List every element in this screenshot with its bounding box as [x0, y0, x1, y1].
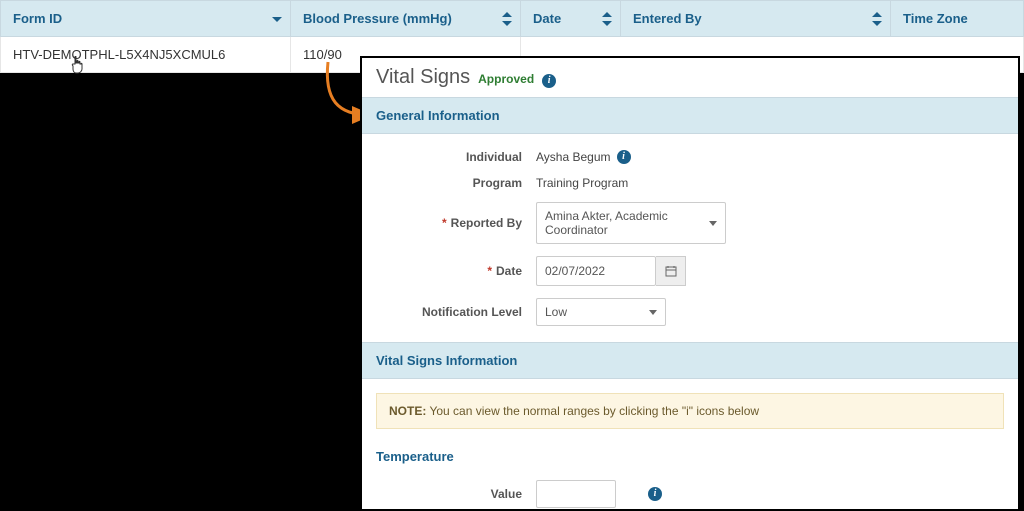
info-icon[interactable]: i [648, 487, 662, 501]
col-tz[interactable]: Time Zone [891, 1, 1024, 37]
status-badge: Approved [478, 72, 534, 86]
col-bp[interactable]: Blood Pressure (mmHg) [291, 1, 521, 37]
sort-icon [872, 12, 882, 26]
label-individual: Individual [376, 150, 536, 164]
note-text: You can view the normal ranges by clicki… [426, 404, 759, 418]
col-entered-by[interactable]: Entered By [621, 1, 891, 37]
calendar-button[interactable] [656, 256, 686, 286]
detail-title: Vital Signs [376, 66, 470, 89]
section-general: General Information [362, 97, 1018, 134]
pointer-cursor-icon [70, 56, 86, 77]
sort-icon [602, 12, 612, 26]
value-program: Training Program [536, 176, 628, 190]
col-entered-by-label: Entered By [633, 11, 702, 26]
col-bp-label: Blood Pressure (mmHg) [303, 11, 452, 26]
label-notification: Notification Level [376, 305, 536, 319]
label-reported-by: Reported By [451, 216, 522, 230]
sort-desc-icon [272, 12, 282, 26]
reported-by-value: Amina Akter, Academic Coordinator [545, 209, 701, 237]
cell-form-id: HTV-DEMOTPHL-L5X4NJ5XCMUL6 [1, 37, 291, 73]
notification-select[interactable]: Low [536, 298, 666, 326]
temperature-value-input[interactable] [536, 480, 616, 508]
note-label: NOTE: [389, 404, 426, 418]
col-tz-label: Time Zone [903, 11, 968, 26]
sort-icon [502, 12, 512, 26]
col-date-label: Date [533, 11, 561, 26]
chevron-down-icon [709, 221, 717, 226]
label-date: Date [496, 264, 522, 278]
col-form-id[interactable]: Form ID [1, 1, 291, 37]
col-date[interactable]: Date [521, 1, 621, 37]
label-program: Program [376, 176, 536, 190]
calendar-icon [665, 265, 677, 277]
note-box: NOTE: You can view the normal ranges by … [376, 393, 1004, 429]
chevron-down-icon [649, 310, 657, 315]
section-vitals: Vital Signs Information [362, 342, 1018, 379]
date-input[interactable]: 02/07/2022 [536, 256, 656, 286]
value-individual: Aysha Begum [536, 150, 611, 164]
subsection-temperature: Temperature [362, 443, 1018, 470]
info-icon[interactable]: i [617, 150, 631, 164]
notification-value: Low [545, 305, 567, 319]
col-form-id-label: Form ID [13, 11, 62, 26]
date-value: 02/07/2022 [545, 264, 605, 278]
reported-by-select[interactable]: Amina Akter, Academic Coordinator [536, 202, 726, 244]
detail-panel: Vital Signs Approved i General Informati… [360, 56, 1020, 511]
label-value: Value [376, 487, 536, 501]
info-icon[interactable]: i [542, 74, 556, 88]
